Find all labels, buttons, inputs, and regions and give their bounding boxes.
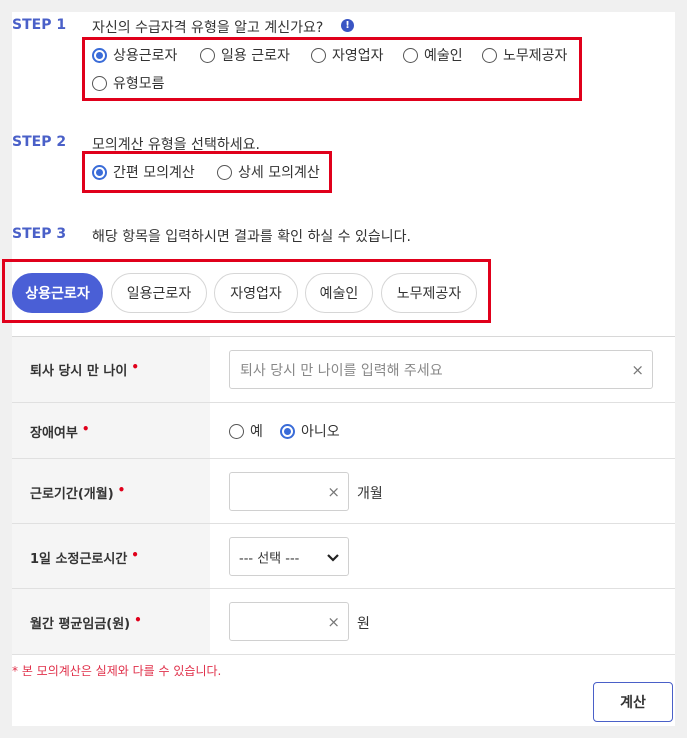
age-placeholder: 퇴사 당시 만 나이를 입력해 주세요 [240,362,443,379]
step1-option-unknown[interactable]: 유형모름 [92,73,165,93]
radio-selected-icon [92,47,107,63]
step1-option-artist[interactable]: 예술인 [403,45,463,65]
required-mark: • [117,483,126,497]
step2-label: STEP 2 [12,134,67,150]
required-mark: • [134,613,142,627]
step2-option-simple[interactable]: 간편 모의계산 [92,162,195,182]
tab-regular-worker[interactable]: 상용근로자 [12,273,103,313]
tab-self-employed[interactable]: 자영업자 [214,273,298,313]
age-label: 퇴사 당시 만 나이 [30,364,128,379]
wage-input[interactable]: × [229,602,349,641]
form-row-tenure: 근로기간(개월) • × 개월 [12,459,675,524]
step1-label: STEP 1 [12,17,67,33]
tenure-unit: 개월 [357,486,383,502]
form-row-disability: 장애여부 • 예 아니오 [12,403,675,459]
clear-icon[interactable]: × [631,361,644,379]
tab-labor-provider[interactable]: 노무제공자 [381,273,477,313]
required-mark: • [131,360,139,374]
calculate-button[interactable]: 계산 [593,682,673,722]
clear-icon[interactable]: × [327,613,340,631]
step1-option-daily-worker[interactable]: 일용 근로자 [200,45,290,65]
form-row-hours: 1일 소정근로시간 • --- 선택 --- [12,524,675,589]
radio-icon [92,75,107,91]
step3-label: STEP 3 [12,226,67,242]
disclaimer-note: * 본 모의계산은 실제와 다를 수 있습니다. [12,664,222,678]
hours-select[interactable]: --- 선택 --- [229,537,349,576]
clear-icon[interactable]: × [327,483,340,501]
info-icon[interactable]: ! [341,19,354,32]
step1-option-regular-worker[interactable]: 상용근로자 [92,45,177,65]
hours-selected-value: --- 선택 --- [239,551,300,566]
calculator-panel: STEP 1 자신의 수급자격 유형을 알고 계신가요? ! 상용근로자 일용 … [2,12,675,726]
disability-yes-radio[interactable]: 예 [229,421,263,441]
step3-instruction: 해당 항목을 입력하시면 결과를 확인 하실 수 있습니다. [92,229,411,245]
radio-selected-icon [92,164,107,180]
radio-icon [229,423,244,439]
step1-option-self-employed[interactable]: 자영업자 [311,45,384,65]
tenure-label: 근로기간(개월) [30,487,114,502]
radio-icon [217,164,232,180]
chevron-down-icon [327,553,339,562]
step1-option-labor-provider[interactable]: 노무제공자 [482,45,567,65]
disability-no-radio[interactable]: 아니오 [280,421,340,441]
radio-icon [403,47,418,63]
tab-daily-worker[interactable]: 일용근로자 [111,273,207,313]
radio-icon [311,47,326,63]
disability-label: 장애여부 [30,426,78,441]
radio-selected-icon [280,423,295,439]
step2-option-detailed[interactable]: 상세 모의계산 [217,162,320,182]
wage-unit: 원 [357,616,370,632]
radio-icon [482,47,497,63]
form-row-age: 퇴사 당시 만 나이 • 퇴사 당시 만 나이를 입력해 주세요 × [12,337,675,403]
hours-label: 1일 소정근로시간 [30,552,128,567]
age-input[interactable]: 퇴사 당시 만 나이를 입력해 주세요 × [229,350,653,389]
form-row-wage: 월간 평균임금(원) • × 원 [12,589,675,655]
radio-icon [200,47,215,63]
input-form: 퇴사 당시 만 나이 • 퇴사 당시 만 나이를 입력해 주세요 × 장애여부 • … [12,336,675,655]
step1-question: 자신의 수급자격 유형을 알고 계신가요? [92,20,324,36]
tab-artist[interactable]: 예술인 [305,273,373,313]
required-mark: • [81,422,90,436]
tenure-input[interactable]: × [229,472,349,511]
wage-label: 월간 평균임금(원) [30,617,131,632]
required-mark: • [131,548,139,562]
